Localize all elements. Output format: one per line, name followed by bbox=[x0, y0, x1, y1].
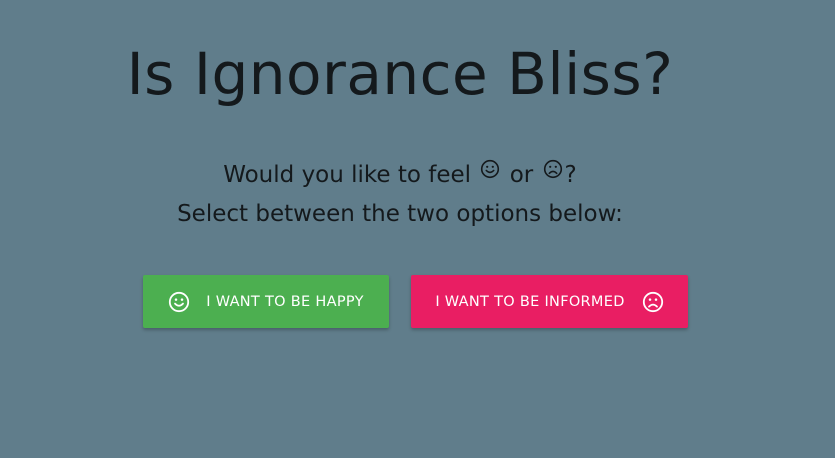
informed-button[interactable]: I WANT TO BE INFORMED bbox=[411, 275, 688, 328]
smile-icon bbox=[169, 291, 190, 312]
question-mark: ? bbox=[564, 162, 577, 188]
question-prefix: Would you like to feel bbox=[223, 162, 472, 188]
happy-button-label: I WANT TO BE HAPPY bbox=[206, 293, 364, 310]
informed-button-label: I WANT TO BE INFORMED bbox=[435, 293, 625, 310]
smile-icon bbox=[481, 159, 500, 179]
subtitle-instruction: Select between the two options below: bbox=[177, 201, 623, 227]
happy-button[interactable]: I WANT TO BE HAPPY bbox=[143, 275, 389, 328]
frown-icon bbox=[642, 291, 663, 312]
frown-icon bbox=[543, 159, 562, 179]
subtitle: Would you like to feel or ? Select betwe… bbox=[0, 156, 800, 234]
subtitle-question: Would you like to feel or ? bbox=[0, 156, 800, 195]
page-title: Is Ignorance Bliss? bbox=[126, 40, 674, 108]
question-or: or bbox=[509, 162, 534, 188]
